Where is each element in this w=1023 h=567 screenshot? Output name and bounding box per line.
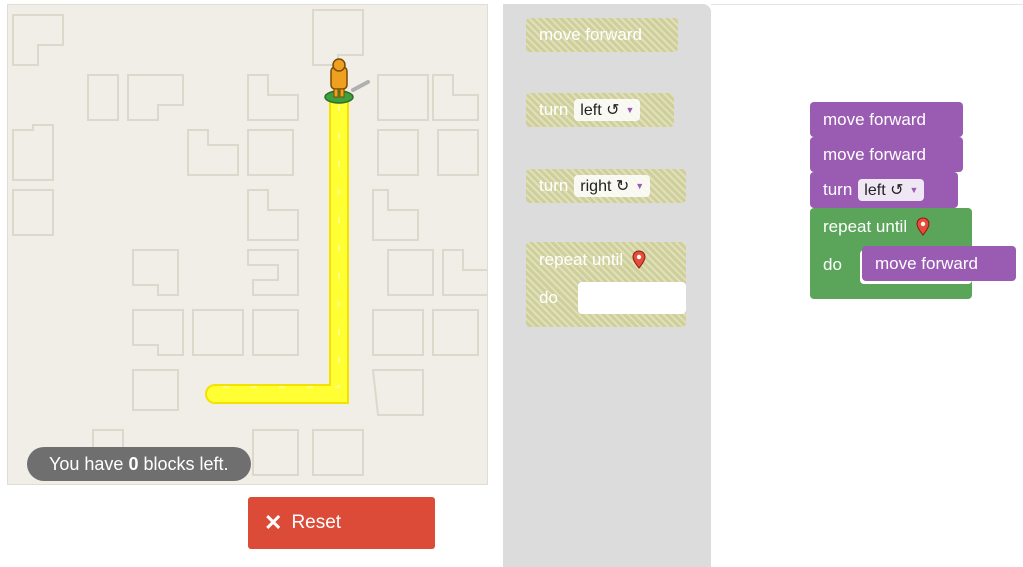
dropdown-arrow-icon: ▼	[635, 181, 645, 191]
maze-walls	[12, 9, 487, 476]
direction-dropdown[interactable]: left ↺ ▼	[574, 99, 641, 121]
do-label: do	[823, 255, 842, 274]
do-label: do	[539, 288, 558, 307]
dropdown-value: left ↺	[580, 102, 620, 119]
toolbox-turn-right-block[interactable]: turn right ↻ ▼	[526, 169, 686, 203]
dropdown-arrow-icon: ▼	[625, 105, 635, 115]
reset-button[interactable]: ✕ Reset	[248, 497, 435, 549]
block-label: turn	[823, 180, 853, 199]
direction-dropdown[interactable]: left ↺ ▼	[858, 179, 925, 201]
workspace-top-border	[711, 4, 1023, 5]
workspace-move-forward-block-1[interactable]: move forward	[810, 102, 963, 137]
status-suffix: blocks left.	[143, 454, 229, 474]
workspace-move-forward-block-2[interactable]: move forward	[810, 137, 963, 172]
status-count: 0	[128, 454, 139, 474]
map-pin-icon	[632, 250, 646, 269]
dropdown-value: right ↻	[580, 178, 630, 195]
dropdown-value: left ↺	[864, 182, 904, 199]
blocks-left-status: You have 0 blocks left.	[27, 447, 251, 481]
toolbox-turn-left-block[interactable]: turn left ↺ ▼	[526, 93, 674, 127]
maze-drawing	[12, 9, 487, 476]
workspace-turn-block[interactable]: turn left ↺ ▼	[810, 172, 958, 208]
direction-dropdown[interactable]: right ↻ ▼	[574, 175, 651, 197]
workspace-nested-move-forward-block[interactable]: move forward	[862, 246, 1016, 281]
block-label: move forward	[875, 253, 978, 273]
reset-label: Reset	[291, 512, 342, 533]
toolbox-move-forward-block[interactable]: move forward	[526, 18, 678, 52]
maze-canvas: You have 0 blocks left.	[7, 4, 488, 485]
close-icon: ✕	[264, 510, 283, 535]
map-pin-icon	[916, 217, 930, 236]
toolbox-repeat-until-block[interactable]: repeat until do	[526, 242, 686, 327]
do-statement-slot[interactable]	[578, 282, 686, 314]
path-track	[205, 88, 349, 404]
block-label: turn	[539, 100, 569, 119]
block-label: turn	[539, 176, 569, 195]
block-label: repeat until	[823, 217, 908, 236]
status-prefix: You have	[49, 454, 124, 474]
block-label: repeat until	[539, 250, 624, 269]
block-label: move forward	[823, 109, 926, 129]
block-label: move forward	[539, 25, 642, 44]
dropdown-arrow-icon: ▼	[909, 185, 919, 195]
block-label: move forward	[823, 144, 926, 164]
